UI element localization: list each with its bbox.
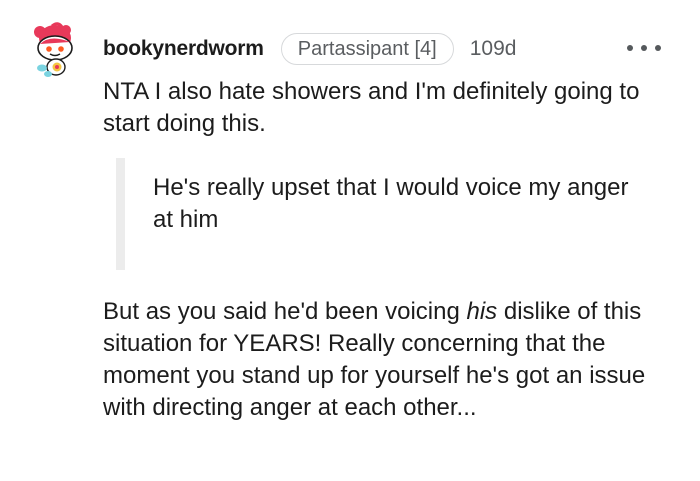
user-flair-badge: Partassipant [4]	[280, 33, 454, 65]
dot	[641, 45, 647, 51]
dot	[627, 45, 633, 51]
snoo-avatar-icon[interactable]	[28, 22, 86, 80]
comment-paragraph: NTA I also hate showers and I'm definite…	[103, 78, 640, 137]
paragraph-text: But as you said he'd been voicing	[103, 298, 467, 325]
blockquote: He's really upset that I would voice my …	[116, 158, 646, 270]
username-link[interactable]: bookynerdworm	[103, 37, 264, 61]
dot	[655, 45, 661, 51]
blockquote-text: He's really upset that I would voice my …	[153, 174, 629, 233]
blockquote-bar	[116, 158, 125, 270]
comment-age[interactable]: 109d	[470, 37, 517, 61]
comment-header: bookynerdworm Partassipant [4] 109d	[103, 32, 516, 66]
comment-paragraph: But as you said he'd been voicing his di…	[103, 296, 673, 424]
comment: bookynerdworm Partassipant [4] 109d NTA …	[0, 0, 700, 481]
more-options-icon[interactable]	[627, 38, 661, 58]
emphasis-text: his	[466, 298, 498, 325]
